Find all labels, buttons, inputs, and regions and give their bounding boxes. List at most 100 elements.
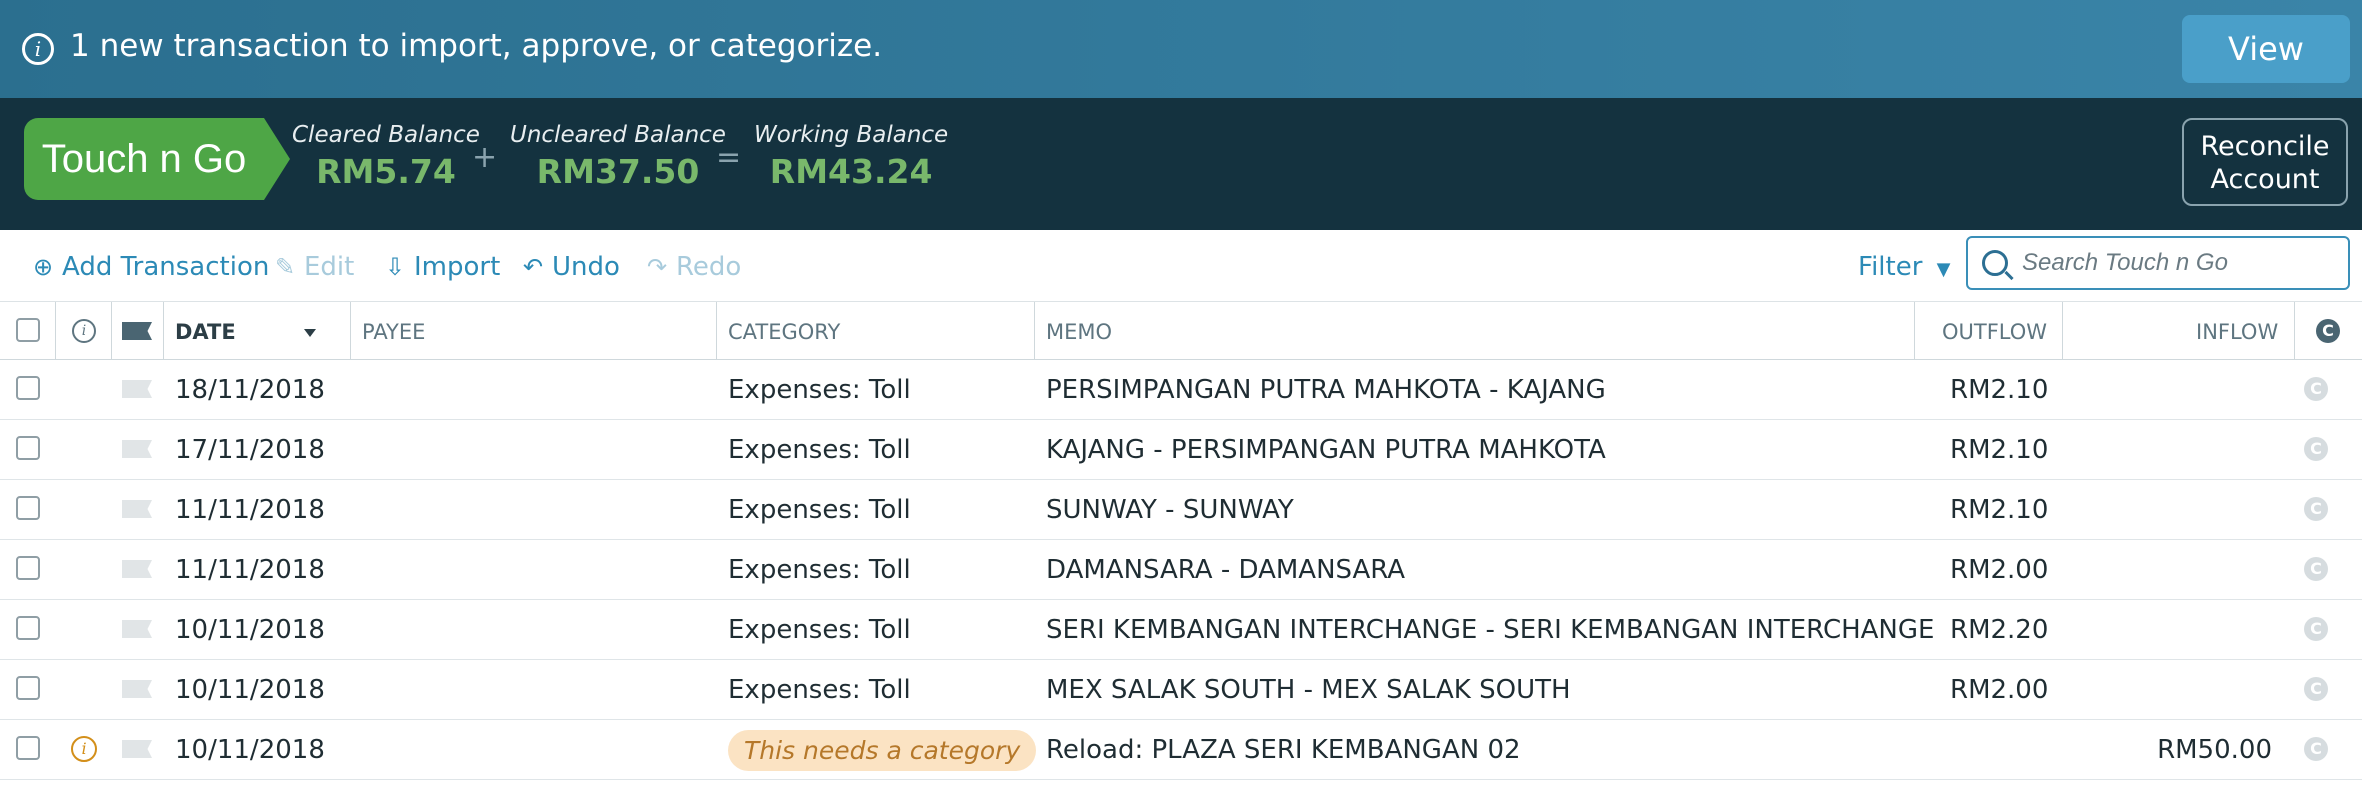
memo-cell[interactable]: KAJANG - PERSIMPANGAN PUTRA MAHKOTA bbox=[1046, 435, 1606, 465]
chevron-down-icon: ▼ bbox=[1936, 259, 1951, 280]
table-row[interactable]: 11/11/2018 Expenses: Toll SUNWAY - SUNWA… bbox=[0, 480, 2362, 540]
warning-icon: i bbox=[71, 736, 97, 762]
flag-icon[interactable] bbox=[122, 440, 152, 458]
outflow-cell[interactable]: RM2.20 bbox=[1950, 615, 2048, 645]
reconcile-label-line1: Reconcile bbox=[2200, 131, 2330, 162]
memo-cell[interactable]: MEX SALAK SOUTH - MEX SALAK SOUTH bbox=[1046, 675, 1571, 705]
row-checkbox[interactable] bbox=[16, 376, 40, 400]
memo-cell[interactable]: SUNWAY - SUNWAY bbox=[1046, 495, 1294, 525]
category-cell[interactable]: Expenses: Toll bbox=[728, 675, 911, 705]
info-column-icon: i bbox=[72, 319, 96, 343]
memo-cell[interactable]: Reload: PLAZA SERI KEMBANGAN 02 bbox=[1046, 735, 1521, 765]
undo-icon: ↶ bbox=[522, 253, 544, 281]
cleared-balance-amount: RM5.74 bbox=[316, 152, 456, 191]
plus-sign: + bbox=[472, 140, 498, 175]
date-cell[interactable]: 10/11/2018 bbox=[175, 735, 325, 765]
undo-button[interactable]: ↶ Undo bbox=[520, 252, 620, 282]
flag-icon[interactable] bbox=[122, 740, 152, 758]
date-cell[interactable]: 17/11/2018 bbox=[175, 435, 325, 465]
outflow-cell[interactable]: RM2.10 bbox=[1950, 375, 2048, 405]
row-checkbox[interactable] bbox=[16, 496, 40, 520]
import-label: Import bbox=[414, 252, 501, 282]
category-cell[interactable]: Expenses: Toll bbox=[728, 555, 911, 585]
cleared-status-icon[interactable]: C bbox=[2304, 677, 2328, 701]
date-cell[interactable]: 11/11/2018 bbox=[175, 555, 325, 585]
reconcile-label-line2: Account bbox=[2210, 164, 2320, 195]
row-checkbox[interactable] bbox=[16, 736, 40, 760]
search-icon bbox=[1982, 250, 2008, 276]
outflow-cell[interactable]: RM2.10 bbox=[1950, 495, 2048, 525]
cleared-balance: Cleared Balance RM5.74 bbox=[292, 122, 480, 191]
working-balance: Working Balance RM43.24 bbox=[754, 122, 948, 191]
outflow-cell[interactable]: RM2.00 bbox=[1950, 555, 2048, 585]
table-row[interactable]: 10/11/2018 Expenses: Toll MEX SALAK SOUT… bbox=[0, 660, 2362, 720]
table-body: 18/11/2018 Expenses: Toll PERSIMPANGAN P… bbox=[0, 360, 2362, 780]
reconcile-account-button[interactable]: Reconcile Account bbox=[2182, 118, 2348, 206]
table-row[interactable]: 11/11/2018 Expenses: Toll DAMANSARA - DA… bbox=[0, 540, 2362, 600]
select-all-checkbox[interactable] bbox=[16, 318, 40, 342]
redo-icon: ↷ bbox=[646, 253, 668, 281]
needs-category-badge[interactable]: This needs a category bbox=[728, 730, 1037, 771]
row-checkbox[interactable] bbox=[16, 676, 40, 700]
import-icon: ⇩ bbox=[384, 253, 406, 281]
outflow-cell[interactable]: RM2.00 bbox=[1950, 675, 2048, 705]
category-cell[interactable]: Expenses: Toll bbox=[728, 495, 911, 525]
search-box[interactable] bbox=[1966, 236, 2350, 290]
filter-label: Filter bbox=[1858, 252, 1923, 282]
row-checkbox[interactable] bbox=[16, 556, 40, 580]
category-column-header[interactable]: CATEGORY bbox=[728, 320, 840, 344]
add-transaction-button[interactable]: ⊕ Add Transaction bbox=[30, 252, 269, 282]
date-cell[interactable]: 10/11/2018 bbox=[175, 615, 325, 645]
category-cell[interactable]: Expenses: Toll bbox=[728, 435, 911, 465]
inflow-cell[interactable]: RM50.00 bbox=[2157, 735, 2272, 765]
transactions-table: i DATE PAYEE CATEGORY MEMO OUTFLOW INFLO… bbox=[0, 302, 2362, 780]
redo-button[interactable]: ↷ Redo bbox=[644, 252, 741, 282]
category-cell[interactable]: Expenses: Toll bbox=[728, 375, 911, 405]
row-checkbox[interactable] bbox=[16, 616, 40, 640]
date-cell[interactable]: 18/11/2018 bbox=[175, 375, 325, 405]
date-cell[interactable]: 11/11/2018 bbox=[175, 495, 325, 525]
import-button[interactable]: ⇩ Import bbox=[382, 252, 500, 282]
view-button[interactable]: View bbox=[2182, 15, 2350, 83]
flag-icon[interactable] bbox=[122, 380, 152, 398]
cleared-status-icon[interactable]: C bbox=[2304, 737, 2328, 761]
cleared-status-icon[interactable]: C bbox=[2304, 437, 2328, 461]
date-cell[interactable]: 10/11/2018 bbox=[175, 675, 325, 705]
memo-cell[interactable]: DAMANSARA - DAMANSARA bbox=[1046, 555, 1405, 585]
payee-column-header[interactable]: PAYEE bbox=[362, 320, 425, 344]
cleared-status-icon[interactable]: C bbox=[2304, 377, 2328, 401]
date-column-header[interactable]: DATE bbox=[175, 320, 316, 344]
working-balance-label: Working Balance bbox=[754, 122, 949, 148]
notification-message: 1 new transaction to import, approve, or… bbox=[70, 28, 883, 64]
inflow-column-header[interactable]: INFLOW bbox=[2196, 320, 2278, 344]
flag-icon[interactable] bbox=[122, 500, 152, 518]
memo-cell[interactable]: SERI KEMBANGAN INTERCHANGE - SERI KEMBAN… bbox=[1046, 615, 1934, 645]
row-checkbox[interactable] bbox=[16, 436, 40, 460]
uncleared-balance-label: Uncleared Balance bbox=[510, 122, 726, 148]
uncleared-balance-amount: RM37.50 bbox=[536, 152, 700, 191]
cleared-status-icon[interactable]: C bbox=[2304, 617, 2328, 641]
cleared-status-icon[interactable]: C bbox=[2304, 497, 2328, 521]
memo-cell[interactable]: PERSIMPANGAN PUTRA MAHKOTA - KAJANG bbox=[1046, 375, 1606, 405]
notification-bar: i 1 new transaction to import, approve, … bbox=[0, 0, 2362, 98]
account-header: Touch n Go Cleared Balance RM5.74 + Uncl… bbox=[0, 98, 2362, 230]
table-row[interactable]: 10/11/2018 Expenses: Toll SERI KEMBANGAN… bbox=[0, 600, 2362, 660]
toolbar: ⊕ Add Transaction ✎ Edit ⇩ Import ↶ Undo… bbox=[0, 230, 2362, 302]
memo-column-header[interactable]: MEMO bbox=[1046, 320, 1112, 344]
search-input[interactable] bbox=[2022, 249, 2322, 277]
category-cell[interactable]: Expenses: Toll bbox=[728, 615, 911, 645]
flag-icon[interactable] bbox=[122, 560, 152, 578]
filter-button[interactable]: Filter ▼ bbox=[1858, 252, 1951, 282]
table-row[interactable]: 18/11/2018 Expenses: Toll PERSIMPANGAN P… bbox=[0, 360, 2362, 420]
add-circle-icon: ⊕ bbox=[32, 253, 54, 281]
table-row[interactable]: i 10/11/2018 This needs a category Reloa… bbox=[0, 720, 2362, 780]
outflow-column-header[interactable]: OUTFLOW bbox=[1942, 320, 2047, 344]
cleared-status-icon[interactable]: C bbox=[2304, 557, 2328, 581]
flag-icon[interactable] bbox=[122, 680, 152, 698]
flag-icon[interactable] bbox=[122, 620, 152, 638]
outflow-cell[interactable]: RM2.10 bbox=[1950, 435, 2048, 465]
edit-icon: ✎ bbox=[274, 253, 296, 281]
edit-button[interactable]: ✎ Edit bbox=[272, 252, 354, 282]
table-row[interactable]: 17/11/2018 Expenses: Toll KAJANG - PERSI… bbox=[0, 420, 2362, 480]
date-header-label: DATE bbox=[175, 320, 236, 344]
